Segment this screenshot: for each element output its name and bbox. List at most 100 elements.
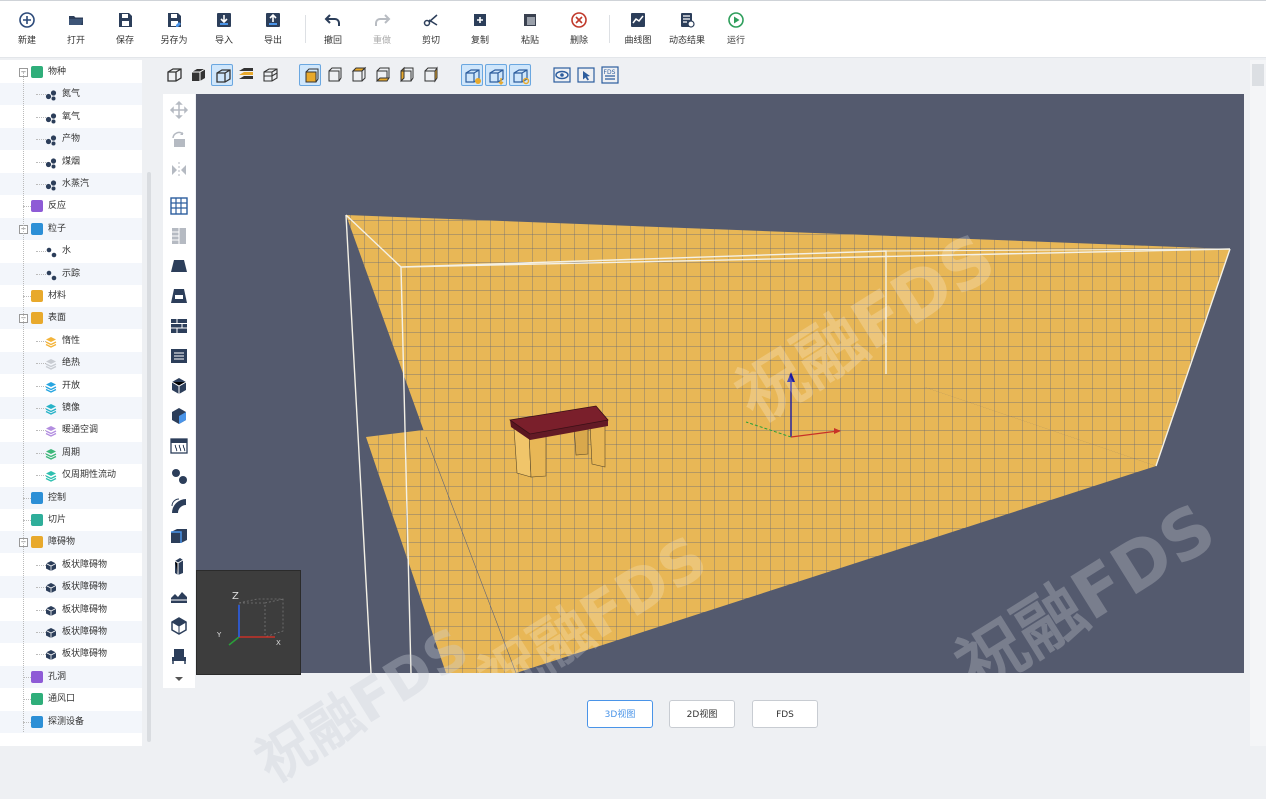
import-button[interactable]: 导入	[199, 11, 249, 46]
mesh-split-tool[interactable]	[167, 224, 191, 248]
pan-tool[interactable]	[167, 98, 191, 122]
curve-chart-button[interactable]: 曲线图	[613, 11, 663, 46]
eye-view-button[interactable]	[551, 64, 573, 86]
solid-view-button[interactable]	[187, 64, 209, 86]
rotate-icon	[172, 131, 185, 147]
save-button[interactable]: 保存	[100, 11, 150, 46]
tab-2d-view[interactable]: 2D视图	[669, 700, 735, 728]
tree-item-label: 开放	[62, 380, 81, 391]
tree-item[interactable]: 板状障碍物	[0, 554, 142, 576]
wire-block-tool[interactable]	[167, 614, 191, 638]
fds-icon: FDS	[601, 66, 619, 84]
wall-tool[interactable]	[167, 314, 191, 338]
tree-scrollbar[interactable]	[147, 172, 151, 742]
3d-viewport[interactable]: 祝融FDS 祝融FDS 祝融FDS	[196, 94, 1244, 673]
tree-item[interactable]: 惰性	[0, 330, 142, 352]
tree-item[interactable]: 示踪	[0, 262, 142, 285]
tree-item-label: 镜像	[62, 403, 81, 413]
grid-tool[interactable]	[167, 194, 191, 218]
view-bottom-button[interactable]	[371, 64, 393, 86]
view-right-button[interactable]	[419, 64, 441, 86]
wireframe-view-button[interactable]	[163, 64, 185, 86]
tree-item[interactable]: 水	[0, 240, 142, 262]
vent-tool[interactable]	[167, 344, 191, 368]
cut-button[interactable]: 剪切	[406, 11, 456, 46]
paste-button[interactable]: 粘贴	[505, 11, 555, 46]
tree-item[interactable]: 孔洞	[0, 665, 142, 688]
tree-item[interactable]: 板状障碍物	[0, 621, 142, 643]
rotate-tool[interactable]	[167, 128, 191, 152]
layered-view-button[interactable]	[235, 64, 257, 86]
tree-item[interactable]: 材料	[0, 285, 142, 307]
slice-tool[interactable]	[167, 524, 191, 548]
tree-item[interactable]: 镜像	[0, 397, 142, 419]
sprinkler-tool[interactable]	[167, 494, 191, 518]
tree-item[interactable]: 绝热	[0, 352, 142, 375]
tree-item[interactable]: 反应	[0, 195, 142, 217]
tree-item[interactable]: − 物种	[0, 61, 142, 83]
mesh-grid-icon	[170, 197, 188, 215]
transparent-view-button[interactable]	[259, 64, 281, 86]
tab-fds[interactable]: FDS	[752, 700, 818, 728]
scroll-thumb[interactable]	[1252, 64, 1264, 86]
fds-view-button[interactable]: FDS	[599, 64, 621, 86]
tree-item[interactable]: 水蒸汽	[0, 173, 142, 195]
redo-button[interactable]: 重做	[357, 11, 407, 46]
tree-item[interactable]: 切片	[0, 509, 142, 531]
outline-view-button[interactable]	[211, 64, 233, 86]
tree-item[interactable]: 板状障碍物	[0, 599, 142, 621]
seat-tool[interactable]	[167, 644, 191, 668]
tree-item[interactable]: 煤烟	[0, 151, 142, 173]
view-top-button[interactable]	[347, 64, 369, 86]
run-button[interactable]: 运行	[711, 11, 761, 46]
select-mode-button[interactable]	[461, 64, 483, 86]
tree-item[interactable]: 控制	[0, 486, 142, 509]
tree-item[interactable]: 产物	[0, 128, 142, 151]
tree-item[interactable]: − 障碍物	[0, 531, 142, 554]
tree-item-label: 产物	[62, 134, 81, 145]
tool-column	[163, 94, 195, 688]
reaction-icon	[31, 200, 43, 213]
resize-mode-button[interactable]	[509, 64, 531, 86]
terrain-tool[interactable]	[167, 584, 191, 608]
tree-item-label: 周期	[62, 447, 81, 458]
dynamic-results-button[interactable]: 动态结果	[662, 11, 712, 46]
copy-button[interactable]: 复制	[455, 11, 505, 46]
tree-item[interactable]: 板状障碍物	[0, 576, 142, 599]
move-mode-button[interactable]	[485, 64, 507, 86]
column-tool[interactable]	[167, 554, 191, 578]
tree-item[interactable]: − 粒子	[0, 217, 142, 240]
tree-item[interactable]: 开放	[0, 375, 142, 397]
heater-tool[interactable]	[167, 434, 191, 458]
new-button[interactable]: 新建	[2, 11, 52, 46]
tree-item[interactable]: 氮气	[0, 83, 142, 106]
blue-block-tool[interactable]	[167, 404, 191, 428]
right-scrollbar[interactable]	[1250, 60, 1266, 746]
undo-button[interactable]: 撤回	[308, 11, 358, 46]
view-front-button[interactable]	[299, 64, 321, 86]
tree-item[interactable]: 仅周期性流动	[0, 464, 142, 486]
tool-scroll-down[interactable]	[167, 672, 191, 686]
particle-dot-icon	[45, 245, 57, 258]
open-button[interactable]: 打开	[51, 11, 101, 46]
hole-tool[interactable]	[167, 284, 191, 308]
pointer-select-button[interactable]	[575, 64, 597, 86]
delete-button[interactable]: 删除	[554, 11, 604, 46]
slab-tool[interactable]	[167, 254, 191, 278]
export-button[interactable]: 导出	[248, 11, 298, 46]
mirror-tool[interactable]	[167, 158, 191, 182]
tree-item[interactable]: 周期	[0, 441, 142, 464]
particle-icon	[31, 222, 43, 235]
particle-tool[interactable]	[167, 464, 191, 488]
scissors-icon	[423, 14, 438, 27]
tree-item[interactable]: 氧气	[0, 106, 142, 128]
tab-3d-view[interactable]: 3D视图	[587, 700, 653, 728]
tree-item[interactable]: 板状障碍物	[0, 643, 142, 665]
tree-item[interactable]: 暖通空调	[0, 419, 142, 441]
view-back-button[interactable]	[323, 64, 345, 86]
block-tool[interactable]	[167, 374, 191, 398]
tree-item-label: 氮气	[62, 89, 81, 100]
save-as-button[interactable]: 另存为	[149, 11, 199, 46]
tree-item[interactable]: − 表面	[0, 307, 142, 330]
view-left-button[interactable]	[395, 64, 417, 86]
